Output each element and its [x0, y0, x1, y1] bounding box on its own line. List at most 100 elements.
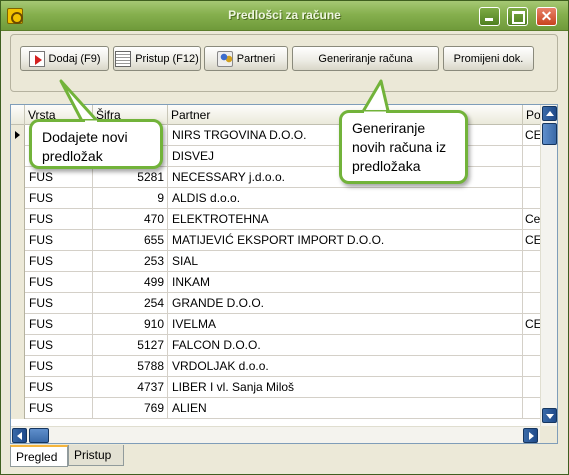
cell-vrsta[interactable]: FUS [25, 272, 93, 293]
header-indicator [11, 105, 25, 125]
table-row[interactable]: FUS 499 INKAM [11, 272, 540, 293]
cell-vrsta[interactable]: FUS [25, 209, 93, 230]
generate-button-label: Generiranje računa [318, 52, 413, 65]
cell-po[interactable]: Ce [523, 209, 540, 230]
horizontal-scroll-thumb[interactable] [29, 428, 49, 443]
cell-po[interactable] [523, 356, 540, 377]
horizontal-scrollbar[interactable] [11, 426, 540, 443]
cell-vrsta[interactable]: FUS [25, 377, 93, 398]
cell-partner[interactable]: SIAL [168, 251, 523, 272]
vertical-scrollbar[interactable] [540, 105, 557, 426]
add-button[interactable]: Dodaj (F9) [20, 46, 109, 71]
scroll-right-icon[interactable] [523, 428, 538, 443]
cell-partner[interactable]: FALCON D.O.O. [168, 335, 523, 356]
cell-po[interactable] [523, 293, 540, 314]
scroll-left-icon[interactable] [12, 428, 27, 443]
change-document-label: Promijeni dok. [453, 52, 524, 65]
cell-po[interactable] [523, 272, 540, 293]
table-row[interactable]: FUS 253 SIAL [11, 251, 540, 272]
tab-pregled[interactable]: Pregled [10, 445, 68, 467]
cell-vrsta[interactable]: FUS [25, 188, 93, 209]
cell-vrsta[interactable]: FUS [25, 314, 93, 335]
row-indicator[interactable] [11, 188, 25, 209]
row-indicator[interactable] [11, 125, 25, 146]
vertical-scroll-thumb[interactable] [542, 123, 557, 145]
cell-sifra[interactable]: 253 [93, 251, 168, 272]
change-document-button[interactable]: Promijeni dok. [443, 46, 534, 71]
cell-partner[interactable]: ELEKTROTEHNA [168, 209, 523, 230]
cell-po[interactable] [523, 167, 540, 188]
row-indicator[interactable] [11, 335, 25, 356]
table-row[interactable]: FUS 9 ALDIS d.o.o. [11, 188, 540, 209]
maximize-button[interactable] [507, 7, 528, 26]
cell-vrsta[interactable]: FUS [25, 230, 93, 251]
cell-partner[interactable]: GRANDE D.O.O. [168, 293, 523, 314]
cell-sifra[interactable]: 254 [93, 293, 168, 314]
table-row[interactable]: FUS 5127 FALCON D.O.O. [11, 335, 540, 356]
cell-partner[interactable]: VRDOLJAK d.o.o. [168, 356, 523, 377]
cell-sifra[interactable]: 910 [93, 314, 168, 335]
cell-vrsta[interactable]: FUS [25, 335, 93, 356]
table-row[interactable]: FUS 769 ALIEN [11, 398, 540, 419]
row-indicator[interactable] [11, 314, 25, 335]
cell-po[interactable] [523, 251, 540, 272]
scroll-down-icon[interactable] [542, 408, 557, 423]
row-indicator[interactable] [11, 272, 25, 293]
tab-pristup[interactable]: Pristup [68, 445, 124, 466]
cell-po[interactable] [523, 335, 540, 356]
generate-invoices-button[interactable]: Generiranje računa [292, 46, 439, 71]
table-row[interactable]: FUS 4737 LIBER I vl. Sanja Miloš [11, 377, 540, 398]
cell-vrsta[interactable]: FUS [25, 251, 93, 272]
cell-partner[interactable]: MATIJEVIĆ EKSPORT IMPORT D.O.O. [168, 230, 523, 251]
cell-po[interactable]: CE [523, 125, 540, 146]
title-bar[interactable]: Predlošci za račune ✕ [1, 1, 568, 31]
row-indicator[interactable] [11, 230, 25, 251]
cell-vrsta[interactable]: FUS [25, 398, 93, 419]
partners-button[interactable]: Partneri [204, 46, 288, 71]
cell-vrsta[interactable]: FUS [25, 167, 93, 188]
cell-po[interactable] [523, 146, 540, 167]
table-row[interactable]: FUS655MATIJEVIĆ EKSPORT IMPORT D.O.O.CE [11, 230, 540, 251]
close-icon: ✕ [540, 8, 553, 24]
row-indicator[interactable] [11, 146, 25, 167]
table-row[interactable]: FUS910IVELMACE [11, 314, 540, 335]
cell-sifra[interactable]: 655 [93, 230, 168, 251]
cell-partner[interactable]: LIBER I vl. Sanja Miloš [168, 377, 523, 398]
table-row[interactable]: FUS 254 GRANDE D.O.O. [11, 293, 540, 314]
cell-partner[interactable]: ALDIS d.o.o. [168, 188, 523, 209]
cell-sifra[interactable]: 5788 [93, 356, 168, 377]
cell-partner[interactable]: INKAM [168, 272, 523, 293]
table-row[interactable]: FUS 470 ELEKTROTEHNA Ce [11, 209, 540, 230]
cell-sifra[interactable]: 470 [93, 209, 168, 230]
column-header-po[interactable]: Po [523, 105, 540, 125]
row-indicator[interactable] [11, 377, 25, 398]
row-indicator[interactable] [11, 293, 25, 314]
cell-sifra[interactable]: 4737 [93, 377, 168, 398]
table-row[interactable]: FUS 5788 VRDOLJAK d.o.o. [11, 356, 540, 377]
cell-sifra[interactable]: 9 [93, 188, 168, 209]
cell-sifra[interactable]: 769 [93, 398, 168, 419]
row-indicator[interactable] [11, 209, 25, 230]
scrollbar-corner [540, 426, 557, 443]
cell-po[interactable] [523, 398, 540, 419]
row-indicator[interactable] [11, 167, 25, 188]
minimize-button[interactable] [479, 7, 500, 26]
cell-sifra[interactable]: 5127 [93, 335, 168, 356]
row-indicator[interactable] [11, 398, 25, 419]
cell-po[interactable] [523, 377, 540, 398]
row-indicator[interactable] [11, 251, 25, 272]
scroll-up-icon[interactable] [542, 106, 557, 121]
close-button[interactable]: ✕ [536, 7, 557, 26]
cell-po[interactable] [523, 188, 540, 209]
cell-vrsta[interactable]: FUS [25, 293, 93, 314]
cell-sifra[interactable]: 499 [93, 272, 168, 293]
cell-sifra[interactable]: 5281 [93, 167, 168, 188]
cell-partner[interactable]: ALIEN [168, 398, 523, 419]
cell-vrsta[interactable]: FUS [25, 356, 93, 377]
cell-partner[interactable]: IVELMA [168, 314, 523, 335]
row-indicator[interactable] [11, 356, 25, 377]
access-button[interactable]: Pristup (F12) [113, 46, 201, 71]
cell-po[interactable]: CE [523, 314, 540, 335]
partners-button-label: Partneri [236, 52, 276, 65]
cell-po[interactable]: CE [523, 230, 540, 251]
